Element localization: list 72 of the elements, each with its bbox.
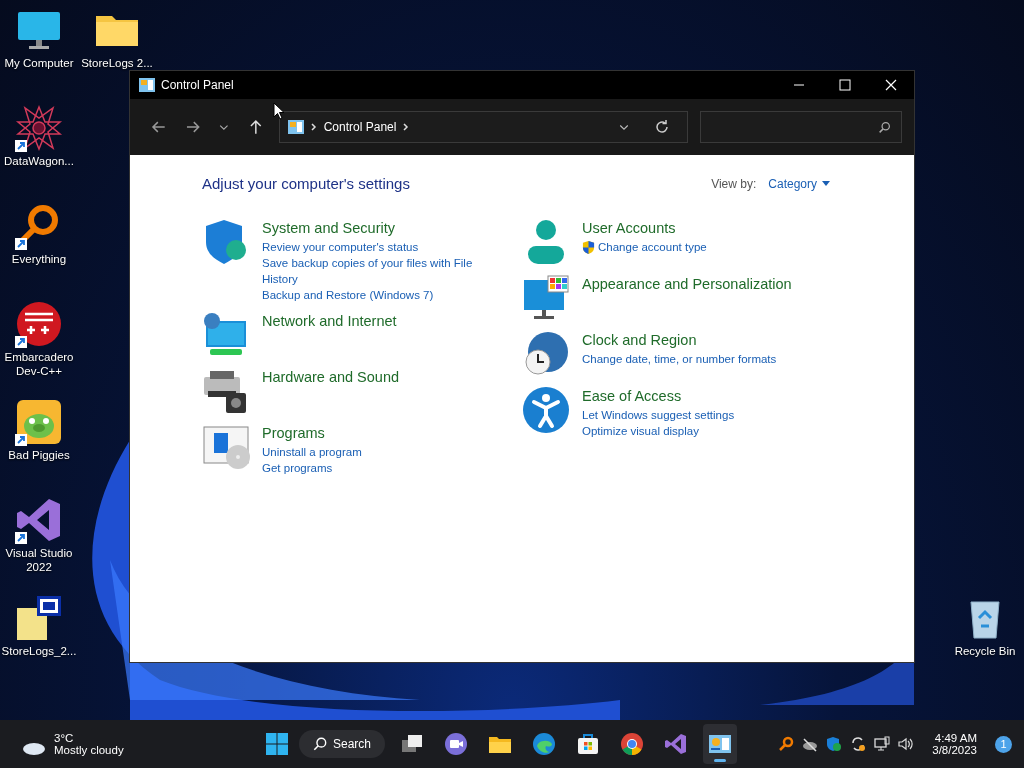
category-title-link[interactable]: Clock and Region	[582, 332, 777, 348]
window-title: Control Panel	[161, 78, 234, 92]
cloud-off-icon[interactable]	[802, 736, 819, 752]
display-icon[interactable]	[522, 274, 570, 322]
access-icon[interactable]	[522, 386, 570, 434]
app-shortcut-icon[interactable]	[15, 104, 63, 152]
desktop-icon-label: Recycle Bin	[954, 644, 1016, 659]
category-title-link[interactable]: System and Security	[262, 220, 492, 236]
taskbar-clock[interactable]: 4:49 AM 3/8/2023	[932, 732, 977, 756]
task-link[interactable]: Uninstall a program	[262, 444, 362, 460]
task-link[interactable]: Backup and Restore (Windows 7)	[262, 287, 434, 303]
sync-icon[interactable]	[850, 736, 867, 752]
category-title-link[interactable]: Appearance and Personalization	[582, 276, 792, 292]
category-title-link[interactable]: User Accounts	[582, 220, 707, 236]
search-icon	[878, 120, 891, 134]
category-title-link[interactable]: Ease of Access	[582, 388, 735, 404]
desktop-icon-label: StoreLogs_2...	[1, 644, 77, 659]
shopping-bag-icon	[576, 732, 601, 756]
network-icon[interactable]	[874, 736, 891, 752]
up-arrow-icon[interactable]	[248, 119, 264, 135]
control-panel-icon	[708, 732, 733, 756]
app-shortcut-icon[interactable]	[15, 398, 63, 446]
page-heading: Adjust your computer's settings	[202, 175, 410, 192]
refresh-icon[interactable]	[654, 119, 670, 135]
desktop-icon-label: Embarcadero Dev-C++	[3, 350, 75, 379]
task-link[interactable]: Change date, time, or number formats	[582, 351, 777, 367]
desktop-icon-label: Everything	[11, 252, 67, 267]
windows-start-icon[interactable]	[265, 732, 289, 756]
weather-temperature: 3°C	[54, 732, 75, 744]
view-by-dropdown[interactable]: Category	[768, 176, 830, 191]
view-by-label: View by:	[711, 176, 757, 191]
breadcrumb-chevron-icon	[402, 123, 411, 131]
taskbar-controlpanel-button[interactable]	[703, 724, 738, 764]
category-title-link[interactable]: Programs	[262, 425, 362, 441]
desktop-icon-label: My Computer	[4, 56, 74, 71]
dropdown-arrow-icon	[822, 181, 830, 186]
app-shortcut-icon[interactable]	[15, 300, 63, 348]
security-shield-icon[interactable]	[826, 736, 843, 752]
desktop-icon-label: DataWagon...	[4, 154, 74, 169]
mouse-pointer-icon	[273, 102, 285, 120]
back-arrow-icon[interactable]	[151, 119, 167, 135]
control-panel-icon	[139, 78, 155, 92]
breadcrumb-chevron-icon	[309, 123, 318, 131]
search-icon	[313, 737, 327, 751]
programs-icon[interactable]	[202, 423, 250, 471]
address-bar[interactable]: Control Panel	[278, 111, 688, 143]
magnifier-icon[interactable]	[778, 736, 795, 752]
task-link[interactable]: Get programs	[262, 460, 333, 476]
breadcrumb-item[interactable]: Control Panel	[323, 120, 397, 134]
category-title-link[interactable]: Network and Internet	[262, 313, 397, 329]
uac-shield-icon	[582, 240, 595, 254]
search-field[interactable]	[700, 111, 902, 143]
video-chat-icon	[444, 732, 469, 756]
task-link[interactable]: Review your computer's status	[262, 239, 419, 255]
app-shortcut-icon[interactable]	[15, 594, 63, 642]
desktop-icon-label: Bad Piggies	[8, 448, 70, 463]
desktop-icon-label: StoreLogs 2...	[81, 56, 153, 71]
task-link[interactable]: Change account type	[598, 239, 707, 255]
clock-date: 3/8/2023	[932, 744, 977, 756]
task-link[interactable]: Optimize visual display	[582, 423, 699, 439]
desktop-icon-label: Visual Studio 2022	[4, 546, 74, 575]
clock-icon[interactable]	[522, 330, 570, 378]
category-title-link[interactable]: Hardware and Sound	[262, 369, 400, 385]
volume-icon[interactable]	[898, 736, 915, 752]
task-link[interactable]: Save backup copies of your files with File History	[262, 255, 492, 287]
control-panel-icon	[287, 120, 304, 134]
task-link[interactable]: Let Windows suggest settings	[582, 407, 735, 423]
app-shortcut-icon[interactable]	[15, 496, 63, 544]
forward-arrow-icon[interactable]	[184, 119, 201, 135]
taskbar-search-button[interactable]: Search	[299, 730, 386, 758]
weather-condition: Mostly cloudy	[54, 744, 124, 756]
clock-time: 4:49 AM	[934, 732, 977, 744]
